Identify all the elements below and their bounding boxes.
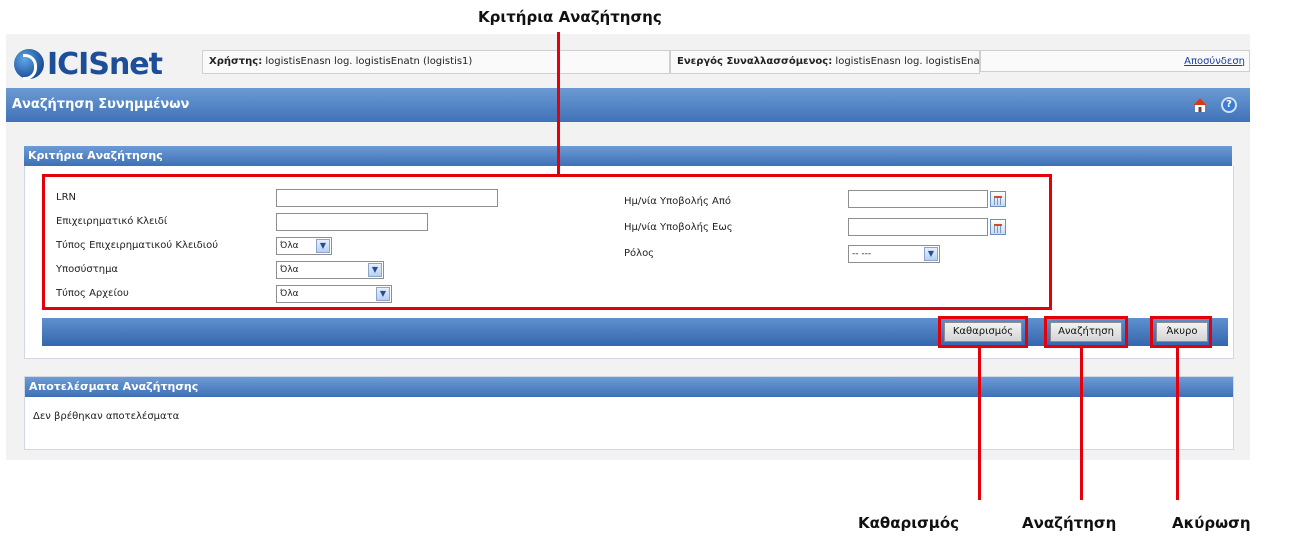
annotation-criteria-box (42, 174, 1052, 310)
results-panel-header: Αποτελέσματα Αναζήτησης (25, 377, 1233, 397)
acting-party-info: Ενεργός Συναλλασσόμενος: logistisEnasn l… (670, 50, 980, 74)
annotation-search-caption: Αναζήτηση (1022, 514, 1117, 532)
annotation-cancel-line (1176, 348, 1179, 500)
user-info: Χρήστης: logistisEnasn log. logistisEnat… (202, 50, 670, 74)
annotation-search-line (1080, 348, 1083, 500)
annotation-search-box (1044, 316, 1128, 348)
user-value: logistisEnasn log. logistisEnatn (logist… (265, 56, 473, 67)
home-icon[interactable] (1192, 97, 1208, 113)
acting-party-label: Ενεργός Συναλλασσόμενος: (677, 56, 833, 67)
annotation-criteria-caption: Κριτήρια Αναζήτησης (478, 8, 662, 26)
annotation-cancel-caption: Ακύρωση (1172, 514, 1251, 532)
results-panel: Αποτελέσματα Αναζήτησης Δεν βρέθηκαν απο… (24, 376, 1234, 450)
criteria-panel-header: Κριτήρια Αναζήτησης (24, 146, 1232, 166)
page-title: Αναζήτηση Συνημμένων (12, 97, 190, 112)
annotation-criteria-line (557, 32, 560, 176)
annotation-clear-line (978, 348, 981, 500)
logout-link[interactable]: Αποσύνδεση (1184, 56, 1245, 67)
application-window: ICISnet Χρήστης: logistisEnasn log. logi… (6, 34, 1250, 460)
logo-text: ICISnet (47, 46, 163, 82)
page-title-bar: Αναζήτηση Συνημμένων ? (6, 88, 1250, 122)
acting-party-value: logistisEnasn log. logistisEnatn (GR0455… (835, 56, 980, 67)
globe-logo-icon (14, 49, 44, 80)
icisnet-logo: ICISnet (14, 44, 163, 84)
results-empty-message: Δεν βρέθηκαν αποτελέσματα (33, 411, 180, 422)
logout-box: Αποσύνδεση (980, 50, 1250, 72)
annotation-cancel-box (1150, 316, 1212, 348)
annotation-clear-box (938, 316, 1028, 348)
annotation-clear-caption: Καθαρισμός (858, 514, 960, 532)
help-icon[interactable]: ? (1221, 97, 1237, 113)
user-label: Χρήστης: (209, 56, 263, 67)
